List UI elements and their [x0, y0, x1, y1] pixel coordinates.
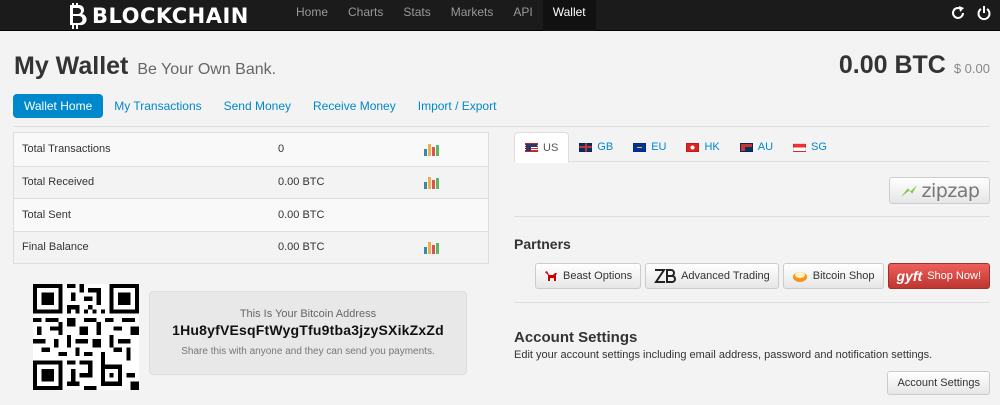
zipzap-button[interactable]: zipzap	[889, 177, 990, 204]
account-settings-description: Edit your account settings including ema…	[514, 349, 933, 361]
divider	[514, 302, 990, 303]
address-note: Share this with anyone and they can send…	[181, 346, 435, 357]
nav-charts[interactable]: Charts	[338, 0, 393, 31]
tab-eu-label: EU	[651, 141, 667, 153]
tab-au-label: AU	[757, 141, 774, 153]
brand-name: BLOCKCHAIN	[92, 3, 249, 28]
tab-my-transactions[interactable]: My Transactions	[103, 94, 212, 118]
zipzap-logo-icon	[900, 184, 917, 197]
table-row: Total Transactions 0	[14, 133, 488, 166]
blockchain-logo-icon	[70, 2, 87, 29]
stat-value: 0.00 BTC	[278, 208, 325, 221]
sg-flag-icon	[793, 142, 807, 152]
partners-list: Beast Options Advanced Trading Bitcoin S…	[534, 263, 990, 289]
nav-home[interactable]: Home	[286, 0, 338, 31]
stat-value: 0.00 BTC	[278, 176, 325, 189]
tab-gb-label: GB	[597, 141, 614, 153]
beast-options-label: Beast Options	[562, 270, 633, 282]
refresh-icon[interactable]	[950, 5, 966, 21]
account-settings-heading: Account Settings	[514, 329, 638, 346]
nav-wallet[interactable]: Wallet	[542, 0, 596, 31]
page-subtitle: Be Your Own Bank.	[137, 61, 277, 78]
bar-chart-icon[interactable]	[424, 142, 440, 157]
nav-markets[interactable]: Markets	[441, 0, 504, 31]
account-settings-button[interactable]: Account Settings	[887, 371, 990, 395]
power-icon[interactable]	[976, 5, 992, 21]
address-heading: This Is Your Bitcoin Address	[239, 308, 377, 320]
bitcoin-shop-button[interactable]: Bitcoin Shop	[782, 263, 884, 289]
tab-eu[interactable]: EU	[623, 132, 676, 162]
balance-btc: 0.00 BTC	[838, 51, 946, 79]
shop-now-label: Shop Now!	[927, 270, 981, 282]
beast-options-button[interactable]: Beast Options	[534, 263, 642, 289]
nav-api[interactable]: API	[503, 0, 542, 31]
tab-wallet-home[interactable]: Wallet Home	[13, 94, 104, 118]
tab-hk-label: HK	[704, 141, 720, 153]
table-row: Final Balance 0.00 BTC	[14, 230, 488, 263]
tabs-divider	[14, 126, 990, 127]
au-flag-icon	[739, 142, 753, 152]
tab-us[interactable]: US	[514, 132, 570, 163]
tab-gb[interactable]: GB	[569, 132, 623, 162]
nav-icons	[950, 5, 992, 21]
page-title-text: My Wallet	[14, 52, 129, 80]
tab-send-money[interactable]: Send Money	[213, 94, 302, 118]
tab-sg[interactable]: SG	[783, 132, 837, 162]
page-title: My Wallet Be Your Own Bank.	[14, 52, 276, 81]
wallet-stats-table: Total Transactions 0 Total Received 0.00…	[13, 132, 489, 264]
nav-stats[interactable]: Stats	[393, 0, 440, 31]
partners-heading: Partners	[514, 236, 571, 252]
tab-sg-label: SG	[811, 141, 827, 153]
zb-logo-icon	[654, 269, 677, 283]
eu-flag-icon	[633, 142, 647, 152]
qr-code	[33, 284, 139, 390]
wallet-balance: 0.00 BTC $ 0.00	[839, 51, 990, 80]
advanced-trading-label: Advanced Trading	[681, 270, 770, 282]
tab-import-export[interactable]: Import / Export	[407, 94, 508, 118]
gyft-logo: gyft	[896, 268, 923, 284]
balance-usd: $ 0.00	[953, 61, 990, 76]
stat-value: 0.00 BTC	[278, 241, 325, 254]
gb-flag-icon	[579, 142, 593, 152]
table-row: Total Received 0.00 BTC	[14, 165, 488, 198]
stat-value: 0	[278, 143, 285, 156]
tab-au[interactable]: AU	[730, 132, 783, 162]
stat-label: Total Sent	[22, 208, 71, 221]
divider	[514, 216, 990, 217]
bitcoin-shop-label: Bitcoin Shop	[812, 270, 875, 282]
stat-label: Total Received	[22, 176, 95, 189]
zipzap-label: zipzap	[921, 179, 981, 202]
tab-hk[interactable]: HK	[676, 132, 729, 162]
hk-flag-icon	[686, 142, 700, 152]
bull-icon	[544, 271, 557, 281]
blockchain-logo[interactable]: BLOCKCHAIN	[62, 2, 249, 29]
advanced-trading-button[interactable]: Advanced Trading	[645, 263, 779, 289]
bar-chart-icon[interactable]	[424, 175, 440, 190]
tab-receive-money[interactable]: Receive Money	[302, 94, 407, 118]
us-flag-icon	[525, 143, 538, 152]
gyft-shop-now-button[interactable]: gyft Shop Now!	[887, 263, 990, 289]
stat-label: Final Balance	[22, 241, 89, 254]
bitcoin-address[interactable]: 1Hu8yfVEsqFtWygTfu9tba3jzySXikZxZd	[150, 322, 466, 338]
country-tabs: US GB EU HK AU SG	[514, 132, 990, 163]
table-row: Total Sent 0.00 BTC	[14, 198, 488, 231]
top-navbar: BLOCKCHAIN Home Charts Stats Markets API…	[0, 0, 1000, 31]
wallet-tabs: Wallet Home My Transactions Send Money R…	[13, 94, 507, 118]
bitcoin-address-box: This Is Your Bitcoin Address 1Hu8yfVEsqF…	[149, 291, 467, 375]
main-nav: Home Charts Stats Markets API Wallet	[286, 0, 596, 31]
bitcoin-shop-icon	[792, 272, 807, 282]
tab-us-label: US	[543, 141, 559, 154]
stat-label: Total Transactions	[22, 143, 111, 156]
bar-chart-icon[interactable]	[424, 240, 440, 255]
